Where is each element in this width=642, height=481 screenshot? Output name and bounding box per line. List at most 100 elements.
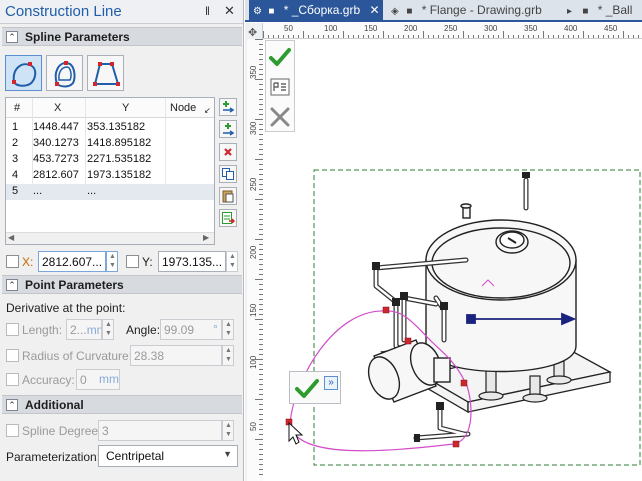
copy-points-button[interactable] [219,165,237,183]
pin-icon[interactable]: ‖ [205,4,210,18]
lock-icon: ■ [406,6,413,17]
spline-degree-checkbox[interactable] [6,424,19,437]
table-import-icon [222,212,235,224]
dropdown-arrow-icon: ▼ [223,449,232,459]
close-icon[interactable]: ✕ [224,3,235,19]
angle-stepper[interactable]: ▲ ▼ [222,319,234,340]
command-confirm-toolbar [265,40,295,132]
table-horizontal-scrollbar[interactable]: ◀ ▶ [6,232,214,244]
x-label: X: [22,255,34,269]
scroll-left-icon[interactable]: ◀ [8,233,14,242]
paste-icon [222,190,234,203]
insert-point-button[interactable] [219,120,237,138]
mouse-cursor-icon [288,421,304,445]
spline-points-table[interactable]: # X Y Node ↙ 1 1448.447 353.135182 2 340… [5,97,215,245]
drawing-icon: ▸ [567,6,573,17]
column-header-y[interactable]: Y [122,102,129,114]
table-row[interactable]: 4 2812.607 1973.135182 [6,168,214,184]
y-stepper[interactable]: ▲ ▼ [226,251,238,272]
lock-icon: ■ [268,6,275,17]
copy-icon [222,168,234,180]
section-spline-parameters[interactable]: ⌃ Spline Parameters [2,27,242,46]
lock-icon: ■ [582,6,589,17]
confirm-checkmark-icon[interactable] [268,45,292,69]
column-header-x[interactable]: X [54,102,61,114]
column-header-number[interactable]: # [14,102,20,114]
table-row[interactable]: 3 453.7273 2271.535182 [6,152,214,168]
tab-assembly[interactable]: ⚙ ■ * _Сборка.grb ✕ [249,0,383,21]
spline-degree-input[interactable]: 3 [98,420,222,441]
import-points-button[interactable] [219,209,237,227]
spline-through-points-mode-button[interactable] [46,55,83,91]
table-row[interactable]: 2 340.1273 1418.895182 [6,136,214,152]
section-title: Spline Parameters [25,30,130,44]
length-label: Length: [22,323,63,337]
x-stepper[interactable]: ▲ ▼ [106,251,118,272]
length-input[interactable]: 2...mm [66,319,102,340]
collapse-chevron-icon[interactable]: ⌃ [6,31,18,43]
spline-points-icon [54,61,76,88]
spline-degree-stepper[interactable]: ▲ ▼ [222,420,234,441]
radius-stepper[interactable]: ▲ ▼ [222,345,234,366]
y-fix-checkbox[interactable] [126,255,139,268]
top-ruler: 50 100 150 200 250 300 350 400 450 [263,23,642,39]
closed-spline-icon [12,62,37,87]
accuracy-checkbox[interactable] [6,373,19,386]
spline-degree-label: Spline Degree: [22,424,102,438]
x-coordinate-input[interactable]: 2812.607... [38,251,106,272]
floating-confirm-checkmark-icon[interactable] [294,376,320,400]
closed-spline-mode-button[interactable] [5,55,42,91]
accuracy-label: Accuracy: [22,373,75,387]
length-checkbox[interactable] [6,323,19,336]
column-resize-icon: ↙ [204,106,211,115]
tab-close-icon[interactable]: ✕ [369,3,379,17]
table-row[interactable]: 1 1448.447 353.135182 [6,120,214,136]
tab-ball[interactable]: ▸ ■ * _Ball [563,0,642,21]
parameterization-label: Parameterization: [6,450,101,464]
radius-input[interactable]: 28.38 [130,345,222,366]
drawing-canvas[interactable] [264,40,642,481]
panel-title-bar: Construction Line ‖ ✕ [0,0,243,24]
section-additional[interactable]: ⌃ Additional [2,395,242,414]
delete-point-button[interactable] [219,143,237,161]
tab-flange-drawing[interactable]: ◈ ■ * Flange - Drawing.grb [387,0,557,21]
angle-input[interactable]: 99.09 ° [160,319,222,340]
polyline-spline-mode-button[interactable] [87,55,124,91]
collapse-chevron-icon[interactable]: ⌃ [6,279,18,291]
insert-point-icon [223,123,235,136]
derivative-label: Derivative at the point: [6,301,126,315]
table-header: # X Y Node ↙ [6,98,214,118]
y-coordinate-input[interactable]: 1973.135... [158,251,226,272]
construction-line-panel: Construction Line ‖ ✕ ⌃ Spline Parameter… [0,0,244,481]
cancel-x-icon[interactable] [268,105,292,129]
add-point-after-button[interactable] [219,98,237,116]
drawing-icon: ◈ [391,6,399,17]
column-header-node[interactable]: Node [170,102,196,114]
radius-label: Radius of Curvature: [22,349,133,363]
paste-points-button[interactable] [219,187,237,205]
accuracy-input[interactable]: 0 mm [76,369,120,390]
parameterization-select[interactable]: Centripetal ▼ [98,445,238,467]
document-tabs: ⚙ ■ * _Сборка.grb ✕ ◈ ■ * Flange - Drawi… [245,0,642,22]
section-title: Additional [25,398,84,412]
collapse-chevron-icon[interactable]: ⌃ [6,399,18,411]
panel-title: Construction Line [5,3,122,20]
y-label: Y: [142,255,153,269]
add-point-icon [223,101,235,113]
assembly-icon: ⚙ [253,6,262,17]
scroll-right-icon[interactable]: ▶ [203,233,209,242]
section-title: Point Parameters [25,278,124,292]
polyline-spline-icon [93,62,120,86]
left-ruler: 350 300 250 200 150 100 50 [247,39,263,481]
x-fix-checkbox[interactable] [6,255,19,268]
floating-confirm-widget: » [289,371,341,404]
parameters-window-icon[interactable] [268,75,292,99]
length-stepper[interactable]: ▲ ▼ [102,319,114,340]
section-point-parameters[interactable]: ⌃ Point Parameters [2,275,242,294]
move-icon[interactable]: ✥ [248,26,257,39]
assembly-drawing [285,169,641,466]
radius-checkbox[interactable] [6,349,19,362]
table-row-selected[interactable]: 5 ... ... [6,184,214,200]
expand-double-chevron-icon[interactable]: » [324,376,338,390]
tank-body [425,203,577,373]
